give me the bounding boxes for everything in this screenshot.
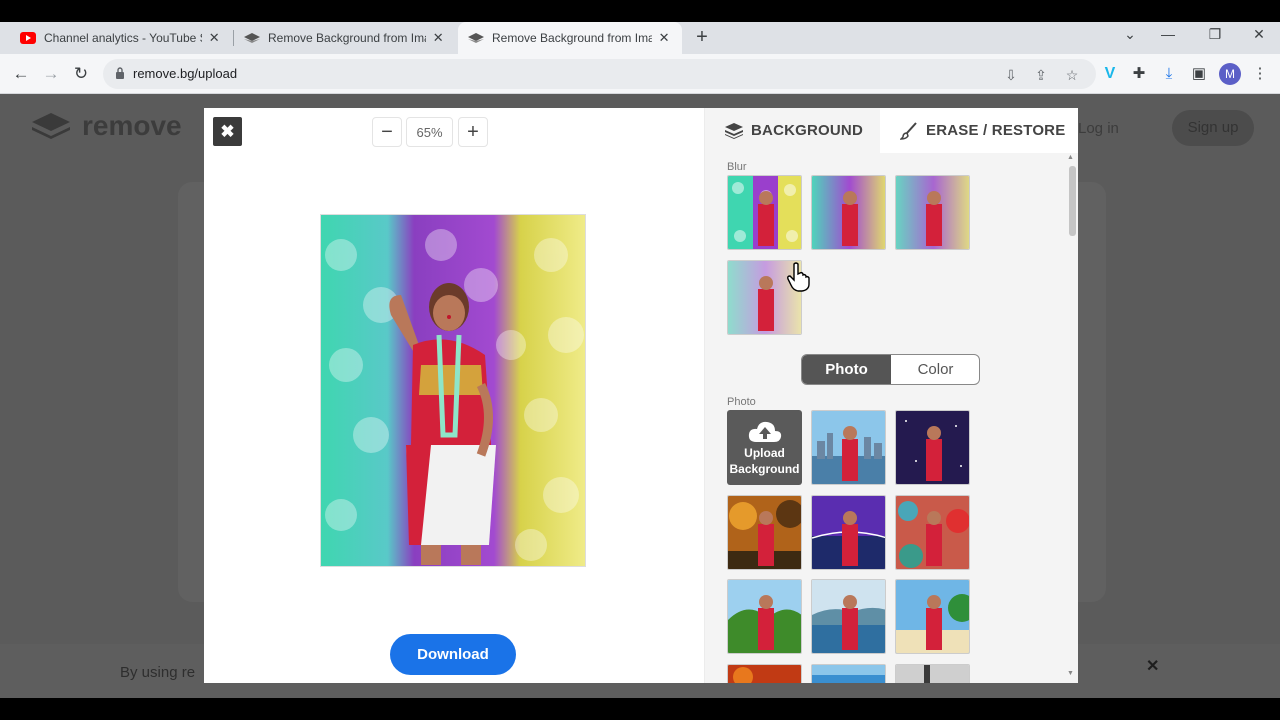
close-tab-icon[interactable]: ✕ <box>206 30 222 46</box>
photo-thumb-autumn-forest[interactable] <box>727 495 802 570</box>
toggle-photo[interactable]: Photo <box>802 355 891 384</box>
logo-text: remove <box>82 110 182 141</box>
signup-button[interactable]: Sign up <box>1172 110 1254 146</box>
layers-icon <box>725 122 743 139</box>
profile-avatar[interactable]: M <box>1219 63 1241 85</box>
preview-photo <box>321 215 585 566</box>
tab-strip: Channel analytics - YouTube Studio ✕ Rem… <box>0 22 1280 54</box>
blur-thumb-medium[interactable] <box>811 175 886 250</box>
vimeo-icon[interactable]: V <box>1101 65 1119 83</box>
reload-button[interactable]: ↻ <box>70 63 92 85</box>
removebg-icon <box>468 30 484 46</box>
tab-title: Channel analytics - YouTube Studio <box>44 31 202 45</box>
install-icon[interactable]: ⇩ <box>1003 67 1019 83</box>
scroll-up-icon[interactable]: ▲ <box>1067 154 1074 161</box>
removebg-logo-icon <box>32 113 70 139</box>
tab-title: Remove Background from Image <box>492 31 653 45</box>
edit-side-panel: BACKGROUND ERASE / RESTORE Blur Photo Co… <box>704 108 1078 683</box>
browser-toolbar: ← → ↻ remove.bg/upload ⇩ ⇪ ☆ V ✚ ⤓ ▣ M ⋮ <box>0 54 1280 94</box>
toggle-color[interactable]: Color <box>891 355 979 384</box>
forward-button[interactable]: → <box>40 63 62 85</box>
browser-window: Channel analytics - YouTube Studio ✕ Rem… <box>0 22 1280 698</box>
photo-thumb-sunset-bridge[interactable] <box>811 495 886 570</box>
share-icon[interactable]: ⇪ <box>1033 67 1049 83</box>
scroll-thumb[interactable] <box>1069 166 1076 236</box>
cookie-close-icon[interactable]: ✕ <box>1146 656 1159 676</box>
star-icon[interactable]: ☆ <box>1064 67 1080 83</box>
download-icon[interactable]: ⤓ <box>1160 65 1178 83</box>
url-text: remove.bg/upload <box>133 66 238 81</box>
photo-color-toggle: Photo Color <box>801 354 980 385</box>
restore-button[interactable]: ❐ <box>1203 26 1227 43</box>
lock-icon <box>116 67 124 79</box>
brush-icon <box>900 121 918 140</box>
photo-thumb-blue-lake[interactable] <box>811 579 886 654</box>
removebg-logo[interactable]: remove <box>30 110 182 142</box>
back-button[interactable]: ← <box>10 63 32 85</box>
cloud-upload-icon <box>748 421 781 442</box>
zoom-out-button[interactable]: − <box>372 117 402 147</box>
removebg-icon <box>244 30 260 46</box>
close-tab-icon[interactable]: ✕ <box>430 30 446 46</box>
close-tab-icon[interactable]: ✕ <box>656 30 672 46</box>
close-window-button[interactable]: ✕ <box>1247 26 1271 43</box>
sidebar-icon[interactable]: ▣ <box>1190 65 1208 83</box>
blur-thumb-light[interactable] <box>895 175 970 250</box>
download-button[interactable]: Download <box>390 634 516 675</box>
tab-youtube-analytics[interactable]: Channel analytics - YouTube Studio ✕ <box>10 22 232 54</box>
tab-erase-restore[interactable]: ERASE / RESTORE <box>880 108 1078 153</box>
hand-cursor-icon <box>787 262 810 292</box>
editor-modal: ✖ − 65% + Download BACKGROUND ERASE / RE… <box>204 108 1078 683</box>
tab-removebg-active[interactable]: Remove Background from Image ✕ <box>458 22 682 54</box>
upload-background-line1: Upload <box>744 446 785 460</box>
upload-background-line2: Background <box>729 462 800 476</box>
photo-thumb-dark-tree[interactable] <box>895 664 970 683</box>
blur-label: Blur <box>727 161 747 173</box>
tab-background-label: BACKGROUND <box>751 122 863 139</box>
zoom-level: 65% <box>406 117 453 147</box>
panel-scrollbar[interactable]: ▲ ▼ <box>1067 154 1077 681</box>
photo-label: Photo <box>727 396 756 408</box>
photo-thumb-graffiti-wall[interactable] <box>895 495 970 570</box>
youtube-icon <box>20 30 36 46</box>
tab-removebg-1[interactable]: Remove Background from Image ✕ <box>234 22 456 54</box>
login-link[interactable]: Log in <box>1078 120 1119 137</box>
address-bar[interactable]: remove.bg/upload ⇩ ⇪ ☆ <box>103 59 1096 89</box>
image-preview <box>320 214 586 567</box>
upload-background-button[interactable]: Upload Background <box>727 410 802 485</box>
tab-search-button[interactable]: ⌄ <box>1118 26 1142 43</box>
minimize-button[interactable]: — <box>1156 26 1180 42</box>
new-tab-button[interactable]: + <box>691 26 713 48</box>
close-modal-button[interactable]: ✖ <box>213 117 242 146</box>
tab-title: Remove Background from Image <box>268 31 426 45</box>
cookie-text: By using re <box>120 664 196 681</box>
photo-thumb-sky-blue[interactable] <box>811 664 886 683</box>
tab-erase-restore-label: ERASE / RESTORE <box>926 122 1066 139</box>
photo-thumb-green-hills[interactable] <box>727 579 802 654</box>
extensions-icon[interactable]: ✚ <box>1130 65 1148 83</box>
scroll-down-icon[interactable]: ▼ <box>1067 670 1074 677</box>
photo-thumb-red-foliage[interactable] <box>727 664 802 683</box>
zoom-in-button[interactable]: + <box>458 117 488 147</box>
photo-thumb-tropical-beach[interactable] <box>895 579 970 654</box>
menu-icon[interactable]: ⋮ <box>1251 65 1269 83</box>
photo-thumb-night-sky[interactable] <box>895 410 970 485</box>
photo-thumb-city-skyline[interactable] <box>811 410 886 485</box>
blur-thumb-strong[interactable] <box>727 175 802 250</box>
tab-background[interactable]: BACKGROUND <box>705 108 880 153</box>
